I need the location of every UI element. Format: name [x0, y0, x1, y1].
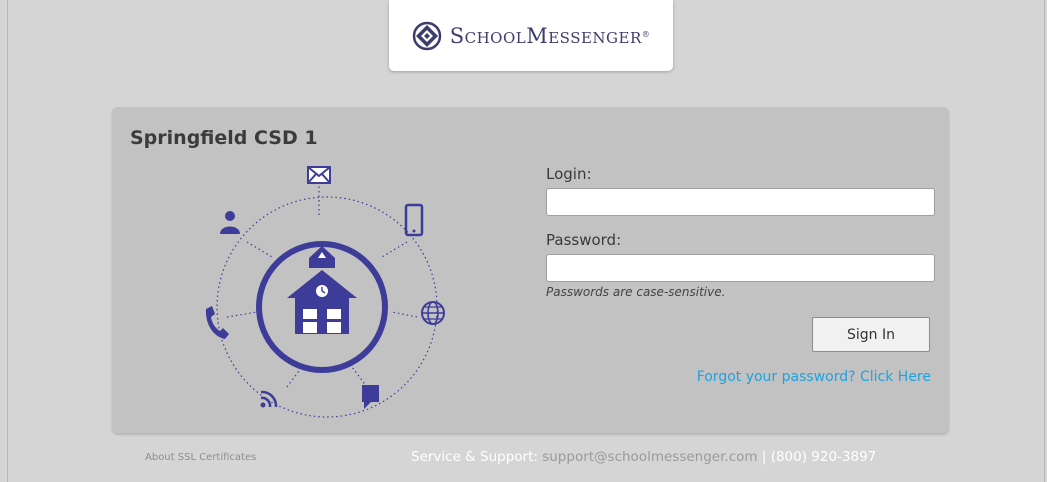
logo-header: SCHOOLMESSENGER®: [389, 0, 673, 71]
communication-illustration: [205, 166, 445, 418]
phone-icon: [205, 306, 229, 339]
password-label: Password:: [546, 231, 622, 249]
login-form: Login: Password: Passwords are case-sens…: [546, 165, 936, 299]
forgot-password-link[interactable]: Forgot your password? Click Here: [697, 369, 931, 385]
schoolmessenger-logo-icon: [412, 21, 441, 50]
chat-bubble-icon: [362, 385, 379, 409]
person-icon: [220, 211, 240, 234]
password-input[interactable]: [546, 254, 935, 282]
district-name: Springfield CSD 1: [130, 127, 318, 149]
login-label: Login:: [546, 165, 592, 183]
support-info: Service & Support: support@schoolmesseng…: [411, 449, 876, 465]
sign-in-button[interactable]: Sign In: [812, 317, 930, 352]
login-input[interactable]: [546, 188, 935, 216]
schoolhouse-icon: [256, 241, 388, 373]
support-email-link[interactable]: support@schoolmessenger.com: [542, 449, 757, 465]
support-separator: |: [761, 449, 767, 465]
brand-name: SCHOOLMESSENGER®: [449, 23, 651, 48]
mobile-phone-icon: [404, 203, 424, 237]
login-panel: Springfield CSD 1 Login: Password: Passw…: [112, 107, 949, 433]
support-label: Service & Support:: [411, 449, 538, 465]
password-hint: Passwords are case-sensitive.: [546, 285, 726, 299]
rss-icon: [260, 390, 278, 408]
support-phone: (800) 920-3897: [770, 449, 877, 465]
envelope-icon: [307, 166, 331, 184]
ssl-certificates-link[interactable]: About SSL Certificates: [145, 452, 256, 463]
globe-icon: [421, 301, 445, 325]
